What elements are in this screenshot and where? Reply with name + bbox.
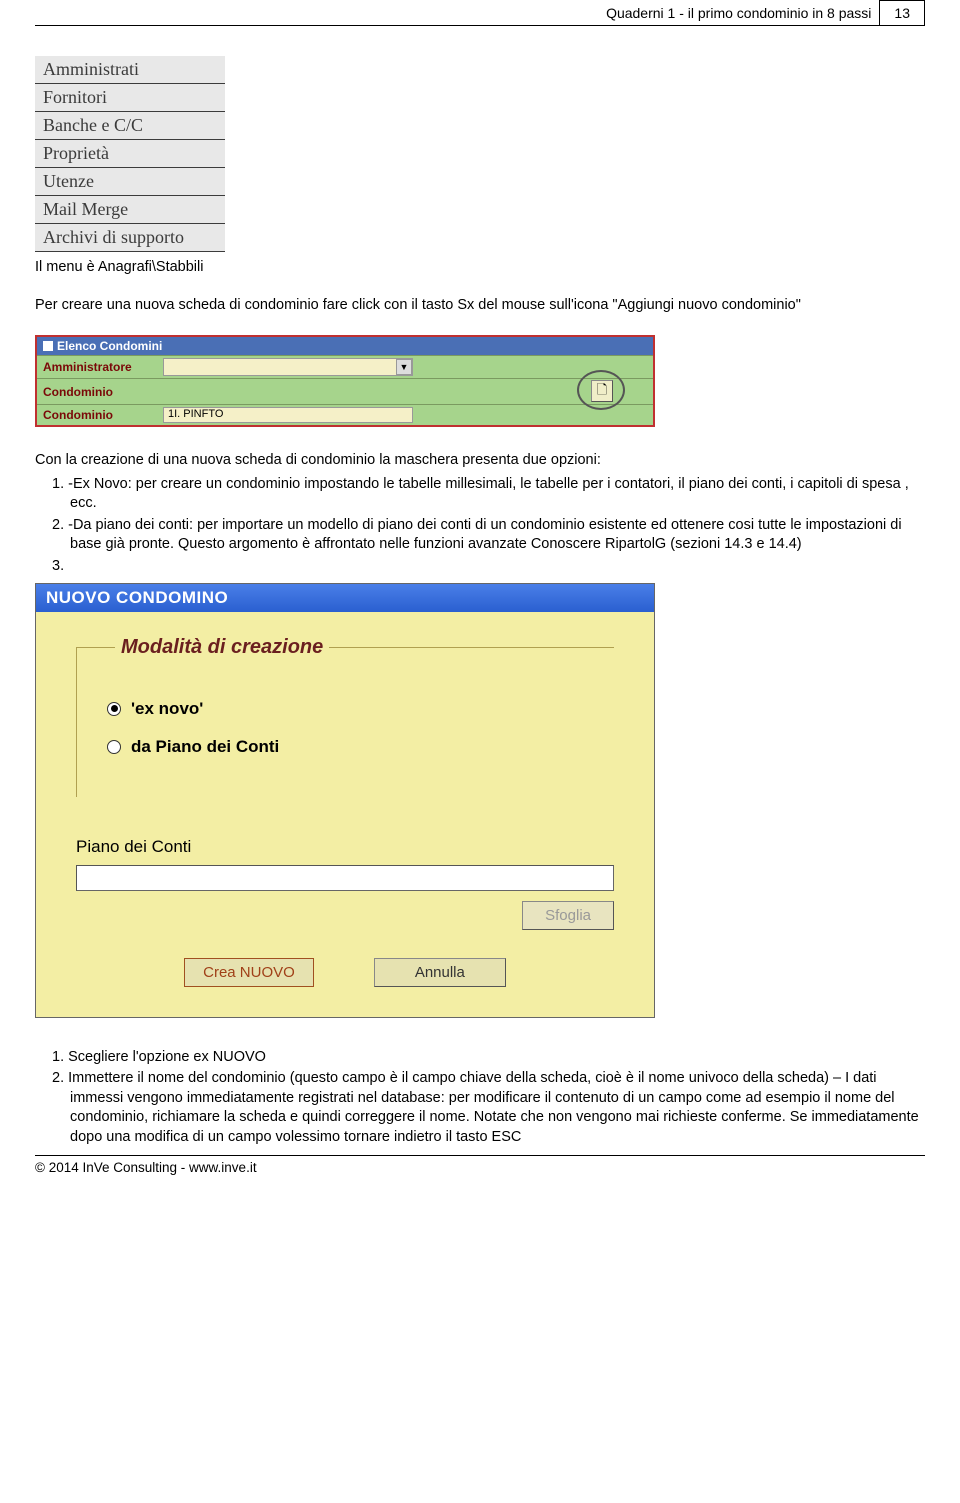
menu-item-archivi[interactable]: Archivi di supporto — [35, 224, 225, 252]
img1-label-amministratore: Amministratore — [43, 360, 153, 374]
step-2: 2. Immettere il nome del condominio (que… — [35, 1069, 925, 1147]
menu-caption: Il menu è Anagrafi\Stabbili — [35, 258, 925, 278]
menu-item-fornitori[interactable]: Fornitori — [35, 84, 225, 112]
footer: © 2014 InVe Consulting - www.inve.it — [35, 1155, 925, 1179]
img1-value-condominio[interactable]: 1I. PINFTO — [163, 407, 413, 423]
option-3: 3. — [35, 557, 925, 577]
piano-conti-input[interactable] — [76, 865, 614, 891]
img1-title-text: Elenco Condomini — [57, 339, 162, 353]
dropdown-arrow-icon: ▼ — [396, 359, 412, 375]
img1-dropdown-amministratore[interactable]: ▼ — [163, 358, 413, 376]
img1-label-condominio2: Condominio — [43, 408, 153, 422]
radio-pianoconti-label: da Piano dei Conti — [131, 737, 279, 757]
header-page-number: 13 — [879, 0, 925, 25]
radio-exnovo-label: 'ex novo' — [131, 699, 203, 719]
fieldset-modalita: Modalità di creazione 'ex novo' da Piano… — [76, 647, 614, 797]
menu-item-utenze[interactable]: Utenze — [35, 168, 225, 196]
page-header: Quaderni 1 - il primo condominio in 8 pa… — [35, 0, 925, 26]
screenshot-elenco-condomini: Elenco Condomini Amministratore ▼ Condom… — [35, 335, 655, 427]
menu-item-banche[interactable]: Banche e C/C — [35, 112, 225, 140]
option-1: 1. -Ex Novo: per creare un condominio im… — [35, 475, 925, 514]
menu-item-amministrati[interactable]: Amministrati — [35, 56, 225, 84]
menu-item-mailmerge[interactable]: Mail Merge — [35, 196, 225, 224]
option-2: 2. -Da piano dei conti: per importare un… — [35, 516, 925, 555]
img1-titlebar: Elenco Condomini — [37, 337, 653, 356]
header-title: Quaderni 1 - il primo condominio in 8 pa… — [606, 2, 879, 24]
dialog-title: NUOVO CONDOMINO — [36, 584, 654, 612]
piano-conti-label: Piano dei Conti — [76, 837, 614, 857]
radio-pianoconti[interactable] — [107, 740, 121, 754]
footer-copyright: © 2014 InVe Consulting - www.inve.it — [35, 1160, 257, 1175]
intro-paragraph: Per creare una nuova scheda di condomini… — [35, 296, 925, 316]
sfoglia-button[interactable]: Sfoglia — [522, 901, 614, 930]
radio-exnovo[interactable] — [107, 702, 121, 716]
radio-row-exnovo[interactable]: 'ex novo' — [107, 699, 614, 719]
highlight-circle — [577, 370, 625, 410]
fieldset-legend: Modalità di creazione — [115, 636, 329, 659]
after-img1-text: Con la creazione di una nuova scheda di … — [35, 451, 925, 471]
menu-list: Amministrati Fornitori Banche e C/C Prop… — [35, 56, 225, 252]
window-icon — [43, 341, 53, 351]
crea-nuovo-button[interactable]: Crea NUOVO — [184, 958, 314, 987]
img1-label-condominio: Condominio — [43, 385, 153, 399]
step-1: 1. Scegliere l'opzione ex NUOVO — [35, 1048, 925, 1068]
menu-item-proprieta[interactable]: Proprietà — [35, 140, 225, 168]
radio-row-pianoconti[interactable]: da Piano dei Conti — [107, 737, 614, 757]
annulla-button[interactable]: Annulla — [374, 958, 506, 987]
dialog-nuovo-condomino: NUOVO CONDOMINO Modalità di creazione 'e… — [35, 583, 655, 1018]
